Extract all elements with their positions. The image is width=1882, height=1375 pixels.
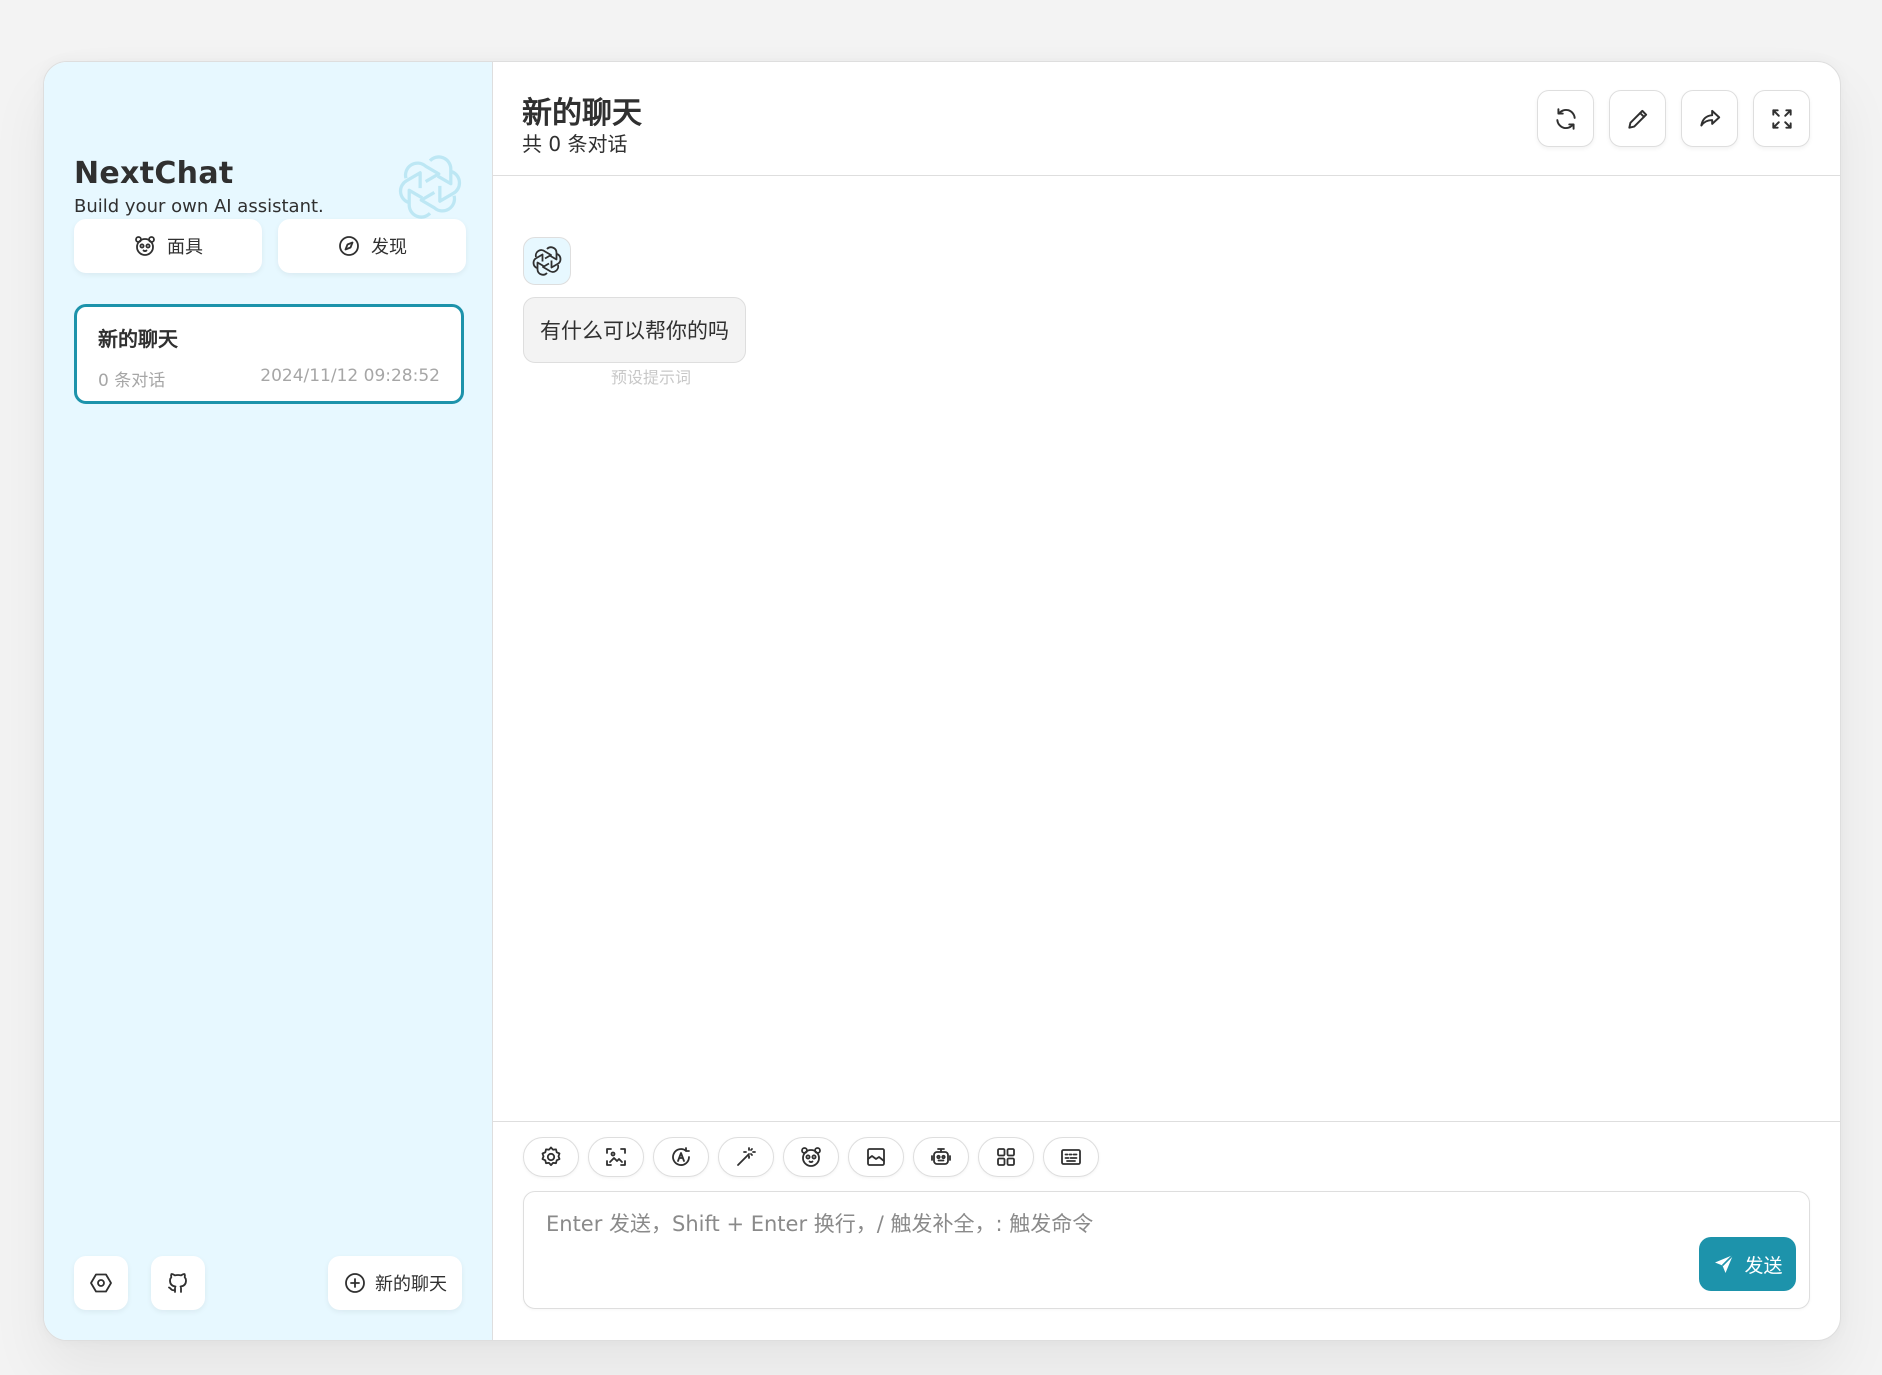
composer-toolbar (523, 1137, 1099, 1177)
edit-button[interactable] (1609, 90, 1666, 147)
chat-header: 新的聊天 共 0 条对话 (493, 62, 1840, 176)
chat-item-info: 0 条对话 2024/11/12 09:28:52 (98, 366, 440, 391)
robot-icon (931, 1148, 951, 1165)
mask-icon (135, 236, 155, 256)
sidebar-actions: 面具 发现 (74, 219, 466, 273)
fullscreen-button[interactable] (1753, 90, 1810, 147)
discover-button-label: 发现 (371, 237, 407, 258)
chat-item-count: 0 条对话 (98, 371, 166, 391)
robot-button[interactable] (913, 1137, 969, 1177)
share-button[interactable] (1681, 90, 1738, 147)
shortcut-keyboard-icon (1061, 1149, 1081, 1165)
mask-button[interactable]: 面具 (74, 219, 262, 273)
reload-icon (1555, 107, 1576, 130)
new-chat-button[interactable]: 新的聊天 (328, 1256, 462, 1310)
sidebar-header: NextChat Build your own AI assistant. (74, 92, 462, 219)
assistant-message: 有什么可以帮你的吗 (523, 237, 746, 363)
composer: 发送 (493, 1121, 1840, 1340)
add-circle-icon (345, 1273, 365, 1293)
send-button[interactable]: 发送 (1699, 1237, 1796, 1291)
magic-wand-icon (737, 1147, 756, 1166)
chat-panel: 新的聊天 共 0 条对话 有什么可以帮你的吗 预设提示词 Enter 发送，Sh… (493, 62, 1840, 1340)
prompt-hints-button[interactable] (718, 1137, 774, 1177)
share-icon (1699, 109, 1720, 126)
mask-button-label: 面具 (167, 237, 203, 258)
plugin-button[interactable] (978, 1137, 1034, 1177)
message-note: 预设提示词 (611, 368, 692, 387)
assistant-avatar (523, 237, 571, 285)
chat-subtitle: 共 0 条对话 (522, 132, 628, 156)
app-title: NextChat (74, 156, 234, 191)
settings-icon (90, 1273, 112, 1293)
edit-icon (1627, 109, 1647, 129)
reload-button[interactable] (1537, 90, 1594, 147)
discover-button[interactable]: 发现 (278, 219, 466, 273)
chat-item-time: 2024/11/12 09:28:52 (260, 366, 440, 386)
settings-icon (541, 1146, 561, 1166)
chat-item-title: 新的聊天 (98, 327, 178, 351)
new-chat-label: 新的聊天 (375, 1274, 447, 1295)
message-input[interactable] (524, 1192, 1809, 1308)
settings-button[interactable] (74, 1256, 128, 1310)
model-switch-icon (672, 1147, 690, 1166)
compass-icon (339, 236, 359, 256)
chat-title[interactable]: 新的聊天 (522, 88, 642, 132)
plugin-grid-icon (997, 1148, 1015, 1166)
openai-logo-icon (532, 246, 562, 276)
sidebar: NextChat Build your own AI assistant. 面具… (44, 62, 493, 1340)
mask-icon (801, 1147, 821, 1167)
message-bubble: 有什么可以帮你的吗 (523, 297, 746, 363)
openai-logo-icon (398, 155, 462, 219)
chat-list-item[interactable]: 新的聊天 0 条对话 2024/11/12 09:28:52 (74, 304, 464, 404)
image-button[interactable] (848, 1137, 904, 1177)
send-label: 发送 (1744, 1254, 1783, 1277)
fullscreen-icon (1771, 108, 1792, 129)
image-icon (867, 1148, 885, 1166)
upload-image-button[interactable] (588, 1137, 644, 1177)
image-upload-icon (606, 1148, 626, 1166)
app-window: NextChat Build your own AI assistant. 面具… (43, 61, 1841, 1341)
app-subtitle: Build your own AI assistant. (74, 196, 324, 217)
message-input-box: 发送 (523, 1191, 1810, 1309)
model-switch-button[interactable] (653, 1137, 709, 1177)
shortcut-button[interactable] (1043, 1137, 1099, 1177)
github-button[interactable] (151, 1256, 205, 1310)
github-icon (168, 1273, 187, 1293)
header-actions (1537, 90, 1810, 147)
send-icon (1715, 1254, 1735, 1273)
chat-settings-button[interactable] (523, 1137, 579, 1177)
sidebar-footer: 新的聊天 (74, 1256, 462, 1310)
mask-select-button[interactable] (783, 1137, 839, 1177)
